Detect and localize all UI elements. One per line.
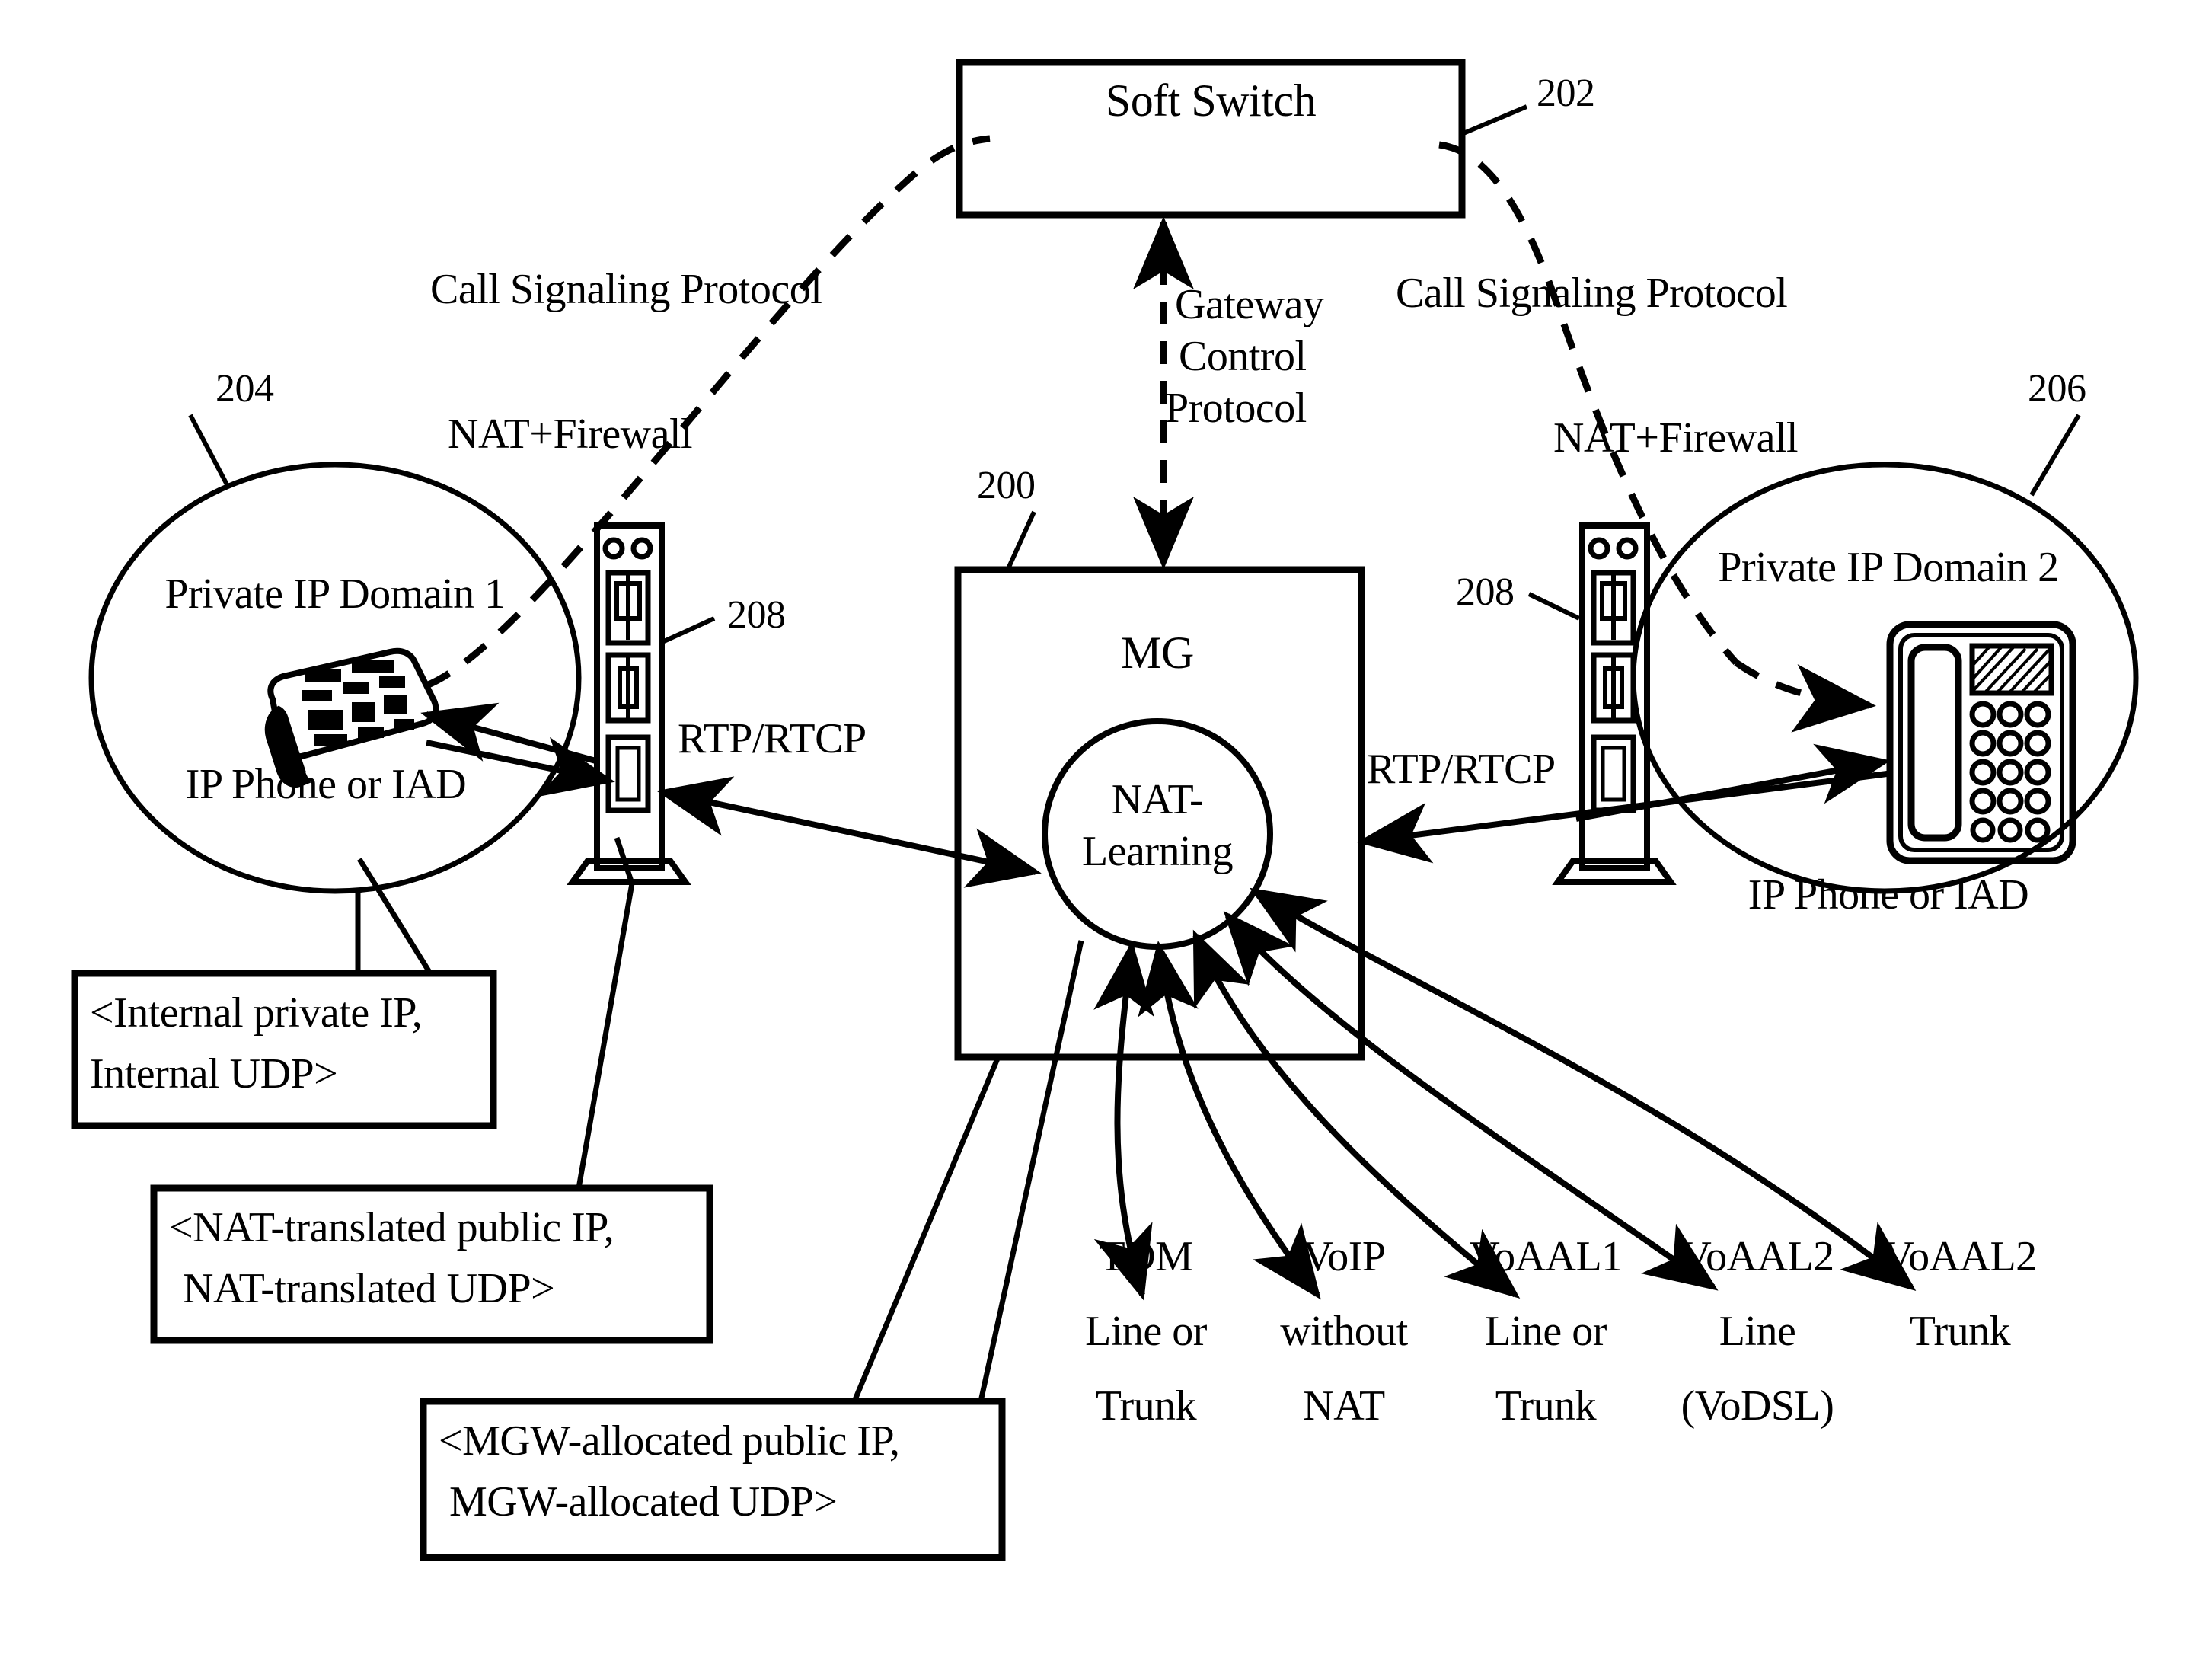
call-signaling-label-left: Call Signaling Protocol bbox=[430, 266, 822, 313]
nat-firewall-label-right: NAT+Firewall bbox=[1553, 414, 1799, 462]
interface-1-line2: without bbox=[1280, 1308, 1408, 1355]
gateway-control-line1: Gateway bbox=[1175, 281, 1324, 328]
callout-2-line1: <NAT-translated public IP, bbox=[169, 1204, 614, 1251]
interface-3-line1: VoAAL2 bbox=[1681, 1233, 1834, 1280]
mg-label: MG bbox=[1121, 628, 1194, 678]
interface-4-line2: Trunk bbox=[1909, 1308, 2011, 1355]
soft-switch-label: Soft Switch bbox=[1105, 75, 1317, 126]
callout-2-line2: NAT-translated UDP> bbox=[183, 1265, 555, 1312]
interface-3-line2: Line bbox=[1719, 1308, 1796, 1355]
callout-leader-2 bbox=[576, 836, 635, 1189]
ip-phone-right bbox=[1886, 621, 2076, 864]
interface-3-line3: (VoDSL) bbox=[1681, 1382, 1834, 1430]
rtp-rtcp-left-segment bbox=[656, 776, 1042, 888]
interface-0-line1: TDM bbox=[1099, 1233, 1193, 1280]
nat-firewall-device-right bbox=[1552, 522, 1677, 885]
interface-1-line1: VoIP bbox=[1302, 1233, 1386, 1280]
ref-206: 206 bbox=[2028, 367, 2086, 411]
interface-2-line2: Line or bbox=[1485, 1308, 1607, 1355]
callout-1-line2: Internal UDP> bbox=[90, 1050, 338, 1097]
figure-canvas: Soft Switch 202 MG 200 NAT- Learning Cal… bbox=[0, 0, 2212, 1655]
interface-2-line3: Trunk bbox=[1495, 1382, 1597, 1430]
ref-leader-204 bbox=[188, 414, 231, 489]
call-signaling-arrow-right bbox=[1734, 660, 1876, 733]
callout-1-line1: <Internal private IP, bbox=[90, 989, 423, 1037]
gateway-control-line3: Protocol bbox=[1165, 385, 1307, 432]
nat-learning-line1: NAT- bbox=[1111, 776, 1204, 823]
ref-208-left: 208 bbox=[727, 593, 786, 637]
gateway-control-line2: Control bbox=[1179, 333, 1307, 380]
ref-200: 200 bbox=[977, 464, 1036, 507]
nat-firewall-device-left bbox=[567, 522, 691, 885]
call-signaling-label-right: Call Signaling Protocol bbox=[1396, 270, 1788, 317]
ref-204: 204 bbox=[215, 367, 274, 411]
nat-learning-line2: Learning bbox=[1081, 828, 1234, 875]
private-ip-domain-1-label: Private IP Domain 1 bbox=[164, 570, 506, 618]
interface-0-line3: Trunk bbox=[1095, 1382, 1197, 1430]
callout-leader-3a bbox=[851, 1057, 1001, 1403]
rtp-rtcp-label-left: RTP/RTCP bbox=[678, 715, 867, 762]
ref-208-right: 208 bbox=[1456, 570, 1515, 614]
private-ip-domain-2-label: Private IP Domain 2 bbox=[1718, 544, 2059, 591]
ref-leader-206 bbox=[2029, 414, 2081, 497]
ip-phone-label-right: IP Phone or IAD bbox=[1748, 871, 2029, 919]
ref-leader-208-left bbox=[662, 616, 716, 644]
ref-leader-202 bbox=[1462, 104, 1528, 136]
callout-3-line1: <MGW-allocated public IP, bbox=[439, 1417, 900, 1465]
link-voaal2-trunk bbox=[1250, 887, 1917, 1291]
callout-3-line2: MGW-allocated UDP> bbox=[449, 1478, 838, 1526]
ip-phone-label-left: IP Phone or IAD bbox=[185, 761, 467, 808]
interface-1-line3: NAT bbox=[1303, 1382, 1385, 1430]
ref-leader-200 bbox=[1004, 510, 1036, 573]
ref-leader-208-right bbox=[1527, 592, 1581, 621]
interface-2-line1: VoAAL1 bbox=[1469, 1233, 1623, 1280]
rtp-rtcp-label-right: RTP/RTCP bbox=[1367, 746, 1556, 793]
interface-4-line1: VoAAL2 bbox=[1883, 1233, 2037, 1280]
ref-202: 202 bbox=[1537, 72, 1595, 115]
nat-firewall-label-left: NAT+Firewall bbox=[448, 411, 693, 458]
interface-0-line2: Line or bbox=[1085, 1308, 1207, 1355]
